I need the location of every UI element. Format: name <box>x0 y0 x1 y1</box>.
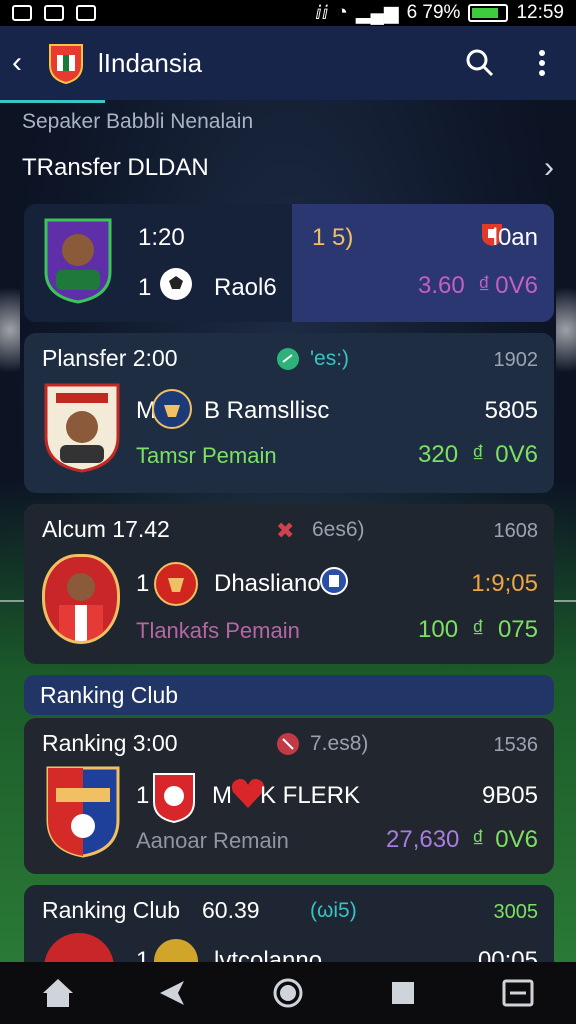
club-badge-icon <box>150 770 198 829</box>
card2-title: Plansfer 2:00 <box>42 345 178 371</box>
status-bar: ⅈⅈ ◔ ▂▄▆ 6 79% 12:59 <box>0 0 576 26</box>
soccer-ball-icon <box>158 266 194 307</box>
card5-tag: (ωi5) <box>310 899 357 922</box>
signal-icon: ▂▄▆ <box>355 2 399 24</box>
player-portrait <box>42 379 122 480</box>
card3-tag: 6es6) <box>312 518 365 541</box>
card4-right-num: 1536 <box>493 734 539 756</box>
currency-icon: ₫ <box>472 616 485 643</box>
status-dot-icon <box>276 347 300 376</box>
player-badge <box>42 216 114 309</box>
section-transfer-row[interactable]: TRansfer DLDAN › <box>22 148 554 188</box>
back-share-icon[interactable] <box>153 973 193 1013</box>
subheader: Sepaker Babbli Nenalain <box>22 110 254 133</box>
chevron-right-icon: › <box>544 151 554 184</box>
card3-right-num: 1608 <box>493 520 539 542</box>
club-crest-icon <box>46 40 86 86</box>
status-dot-icon <box>276 732 300 761</box>
card3-subtitle: Tlankafs Pemain <box>136 618 300 643</box>
club-badge-icon <box>154 560 198 613</box>
app-title: lIndansia <box>98 47 203 78</box>
stadium-light-right <box>556 270 576 390</box>
card1-left: 1:20 1 Raol6 <box>24 204 292 322</box>
clock: 12:59 <box>516 2 564 23</box>
card2-tag: 'es:) <box>310 347 350 370</box>
card4-player: K FLERK <box>260 782 361 809</box>
window-icon[interactable] <box>498 973 538 1013</box>
transfer-card-1[interactable]: 1:20 1 Raol6 1 5) l0an 3.60 ₫ 0V6 <box>24 204 554 322</box>
signal-text: ⅈⅈ <box>315 2 329 24</box>
home-icon[interactable] <box>38 973 78 1013</box>
card3-player: Dhasliano <box>214 570 321 597</box>
search-icon[interactable] <box>458 41 502 85</box>
more-vertical-icon[interactable] <box>520 41 564 85</box>
ranking-club-banner[interactable]: Ranking Club <box>24 675 554 715</box>
club-badge-small-icon <box>320 566 348 601</box>
card1-value: 3.60 <box>418 272 465 299</box>
card2-value: 320 <box>418 441 459 468</box>
club-badge-icon <box>152 387 192 436</box>
card1-time: 1:20 <box>138 224 185 251</box>
image-icon <box>12 5 32 21</box>
section-label: TRansfer DLDAN <box>22 154 209 181</box>
cross-icon: ✖ <box>276 518 295 543</box>
card1-right: 1 5) l0an 3.60 ₫ 0V6 <box>292 204 554 322</box>
card2-fee: 0V6 <box>495 441 538 468</box>
tab-indicator <box>0 100 105 103</box>
card4-score: 1 <box>136 782 150 809</box>
stadium-light-left <box>0 270 20 390</box>
card4-big: 9B05 <box>481 782 538 809</box>
transfer-card-2[interactable]: Plansfer 2:00 'es:) 1902 M B Ramsllisc 5… <box>24 333 554 493</box>
card4-fee: 0V6 <box>495 826 538 853</box>
battery-icon <box>468 4 509 22</box>
no-sim-icon <box>44 5 64 21</box>
card3-title: Alcum 17.42 <box>42 516 170 542</box>
square-recents-icon[interactable] <box>383 973 423 1013</box>
card5-time: 60.39 <box>202 897 260 923</box>
card1-right-label: l0an <box>492 224 538 251</box>
card2-player: B Ramsllisc <box>204 397 330 424</box>
club-crest-icon <box>44 764 122 865</box>
card4-prefix: M <box>212 782 232 809</box>
card3-value: 100 <box>418 616 459 643</box>
card1-score-left: 1 <box>138 274 152 301</box>
card4-title: Ranking 3:00 <box>42 730 178 756</box>
card4-tag: 7.es8) <box>310 732 369 755</box>
card1-score-mid: 1 5) <box>312 224 354 251</box>
currency-icon: ₫ <box>478 272 491 299</box>
card1-fee: 0V6 <box>495 272 538 299</box>
card5-right-num: 3005 <box>493 901 539 923</box>
cast-icon <box>76 5 96 21</box>
card2-big: 5805 <box>484 397 538 424</box>
ranking-card-1[interactable]: Ranking 3:00 7.es8) 1536 1 M K FLERK 9B0… <box>24 718 554 874</box>
back-arrow-icon[interactable]: ‹ <box>12 46 42 80</box>
card1-team: Raol6 <box>214 274 277 301</box>
card3-score: 1 <box>136 570 150 597</box>
bottom-navigation-bar <box>0 962 576 1024</box>
card2-right-num: 1902 <box>493 349 539 371</box>
circle-home-icon[interactable] <box>268 973 308 1013</box>
app-bar: ‹ lIndansia <box>0 26 576 103</box>
player-portrait <box>42 554 120 644</box>
card4-value: 27,630 <box>386 826 460 853</box>
currency-icon: ₫ <box>472 826 485 853</box>
currency-icon: ₫ <box>472 441 485 468</box>
ranking-banner-label: Ranking Club <box>40 681 179 708</box>
transfer-card-3[interactable]: Alcum 17.42 ✖ 6es6) 1608 1 Dhasliano 1:9… <box>24 504 554 664</box>
wifi-icon: ◔ <box>336 2 348 23</box>
card2-subtitle: Tamsr Pemain <box>136 443 277 468</box>
card5-title: Ranking Club <box>42 897 181 923</box>
card3-fee: 075 <box>497 616 538 643</box>
battery-percent: 6 79% <box>406 2 461 23</box>
card4-subtitle: Aanoar Remain <box>136 828 289 853</box>
card3-big: 1:9;05 <box>471 570 538 597</box>
